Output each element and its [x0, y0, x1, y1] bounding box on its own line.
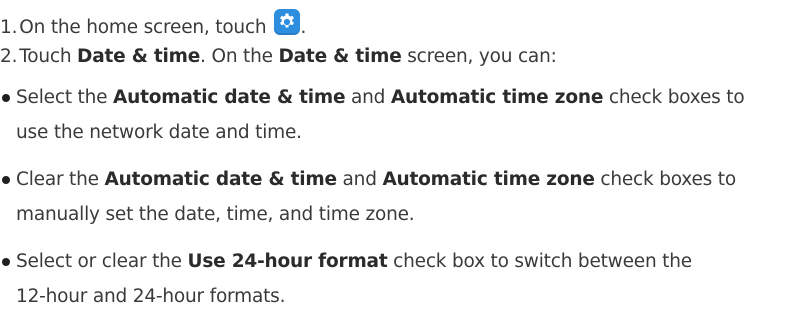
step-1-period: . [300, 17, 307, 38]
bullet-2-text-3: check boxes to [594, 169, 736, 190]
bullet-dot [2, 176, 10, 184]
bullet-3-line-1: Select or clear the Use 24-hour format c… [16, 250, 692, 274]
step-1-number: 1. [0, 17, 18, 38]
instructions-document: 1. On the home screen, touch. 2. Touch Dat… [0, 0, 785, 334]
bullet-2-line-1: Clear the Automatic date & time and Auto… [16, 168, 736, 192]
bullet-2-text-1: Clear the [16, 169, 105, 190]
bullet-1-line-2: use the network date and time. [16, 122, 302, 143]
bullet-dot [2, 94, 10, 102]
step-2-text-2: . On the [200, 46, 279, 67]
bullet-1-text-1: Select the [16, 87, 113, 108]
step-2-text-3: screen, you can: [401, 46, 557, 67]
bullet-1-text-2: and [345, 87, 391, 108]
bullet-2-line-2: manually set the date, time, and time zo… [16, 204, 415, 225]
bullet-dot [2, 258, 10, 266]
step-2-bold-2: Date & time [278, 46, 402, 67]
bullet-1-text-3: check boxes to [603, 87, 745, 108]
step-2: 2. Touch Date & time. On the Date & time … [0, 45, 557, 69]
bullet-1-bold-1: Automatic date & time [113, 87, 346, 108]
bullet-3-text-2: check box to switch between the [387, 251, 692, 272]
bullet-3-line-2: 12-hour and 24-hour formats. [16, 286, 286, 307]
step-1-text: On the home screen, touch [19, 17, 267, 38]
bullet-2-bold-1: Automatic date & time [104, 169, 338, 190]
bullet-2-bold-2: Automatic time zone [382, 169, 595, 190]
bullet-3-bold-1: Use 24-hour format [187, 251, 388, 272]
bullet-2-text-2: and [336, 169, 383, 190]
step-1: 1. On the home screen, touch. [0, 9, 306, 40]
bullet-1-bold-2: Automatic time zone [390, 87, 604, 108]
step-2-bold-1: Date & time [77, 46, 201, 67]
settings-gear-icon [274, 9, 301, 35]
bullet-3-text-1: Select or clear the [16, 251, 188, 272]
step-2-number: 2. [0, 46, 18, 67]
bullet-1-line-1: Select the Automatic date & time and Aut… [16, 86, 745, 110]
step-2-text-1: Touch [19, 46, 78, 67]
